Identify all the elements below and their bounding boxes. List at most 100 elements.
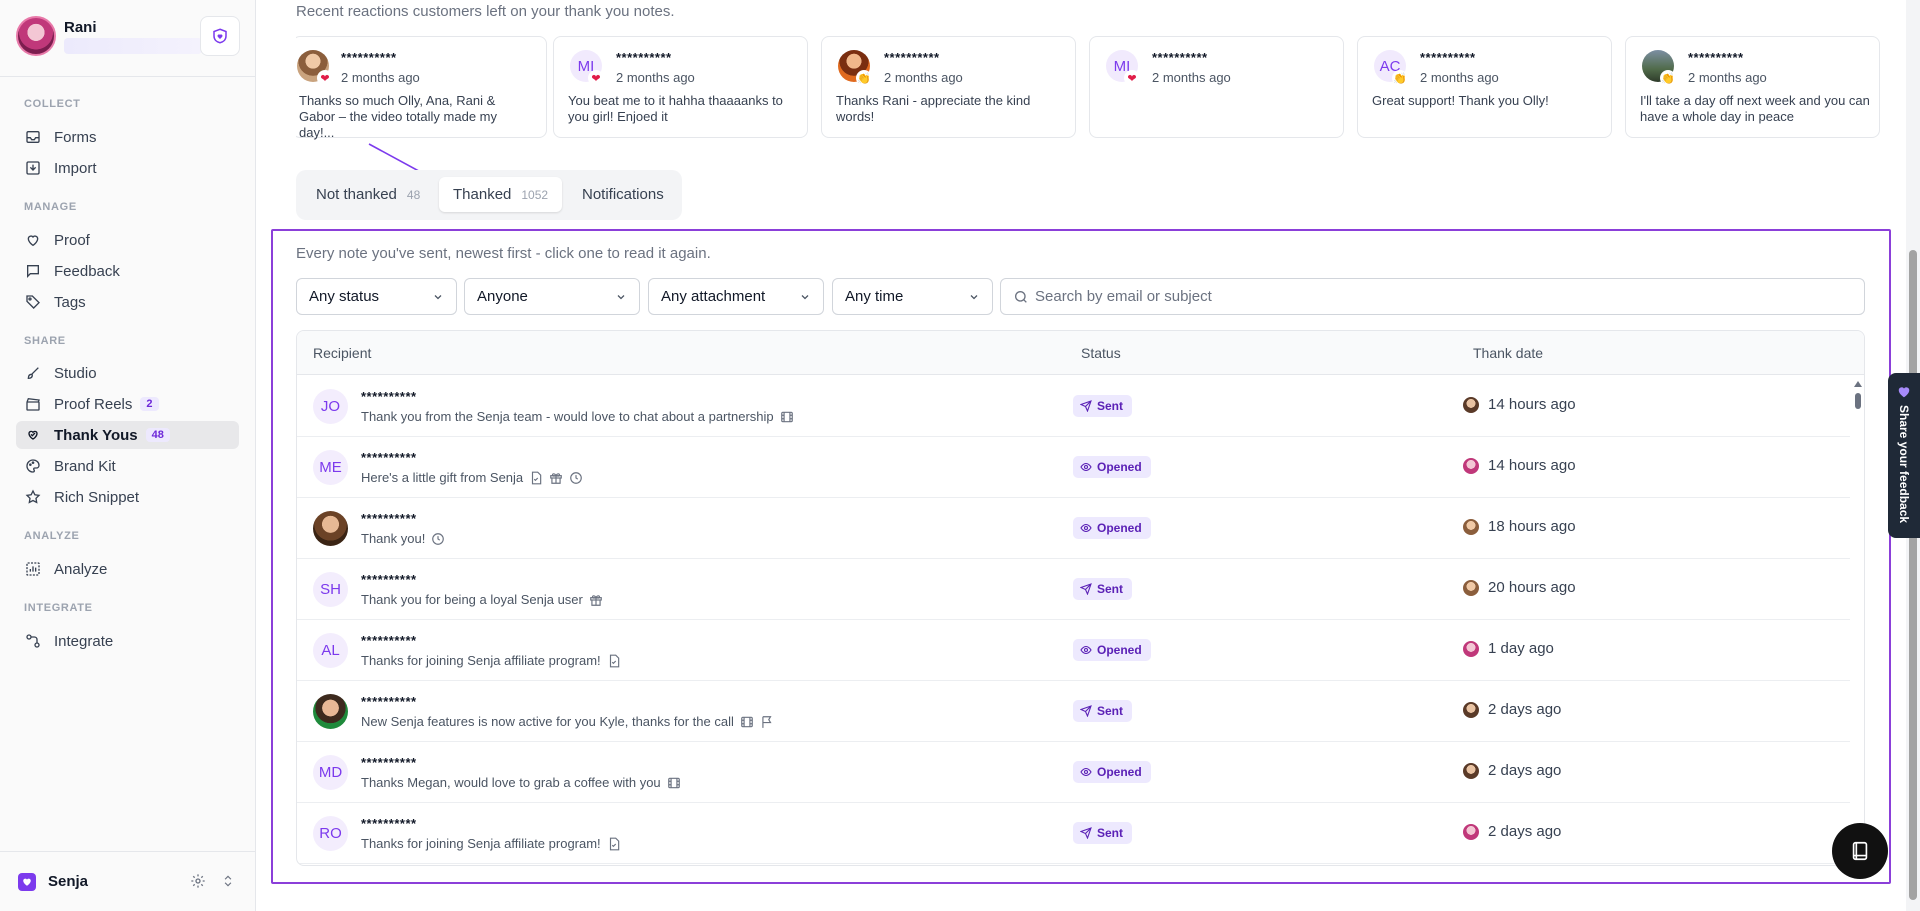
sidebar-item-import[interactable]: Import (16, 154, 239, 182)
hand-heart-icon (24, 426, 42, 444)
sidebar-item-rich-snippet[interactable]: Rich Snippet (16, 483, 239, 511)
status-badge: Opened (1073, 761, 1151, 783)
sidebar-item-label: Tags (54, 293, 86, 311)
sidebar-item-integrate[interactable]: Integrate (16, 627, 239, 655)
date-text: 14 hours ago (1488, 457, 1576, 474)
status-label: Sent (1097, 826, 1124, 840)
senja-logo-icon (18, 873, 36, 891)
sidebar-item-analyze[interactable]: Analyze (16, 555, 239, 583)
reaction-card[interactable]: ❤ ********** 2 months ago Thanks so much… (296, 36, 547, 140)
tab-notifications[interactable]: Notifications (568, 177, 678, 212)
help-chat-button[interactable] (1832, 823, 1888, 879)
thank-date: 18 hours ago (1463, 518, 1576, 535)
sidebar-item-thank-yous[interactable]: Thank Yous 48 (16, 421, 239, 449)
table-row[interactable]: ********** Thank you! Opened 18 hours ag… (297, 498, 1850, 559)
attachment-filter[interactable]: Any attachment (648, 278, 824, 315)
table-row[interactable]: SH ********** Thank you for being a loya… (297, 559, 1850, 620)
subject-text: Thanks for joining Senja affiliate progr… (361, 653, 601, 668)
date-text: 1 day ago (1488, 640, 1554, 657)
thank-date: 14 hours ago (1463, 396, 1576, 413)
table-row[interactable]: ********** New Senja features is now act… (297, 681, 1850, 742)
sidebar-item-proof[interactable]: Proof (16, 226, 239, 254)
section-integrate: INTEGRATE (24, 602, 93, 614)
reaction-card[interactable]: 👏 ********** 2 months ago I'll take a da… (1625, 36, 1880, 138)
reaction-text: Great support! Thank you Olly! (1372, 93, 1549, 108)
table-row[interactable]: MD ********** Thanks Megan, would love t… (297, 742, 1850, 803)
document-icon (607, 654, 621, 668)
clap-reaction-icon: 👏 (856, 70, 872, 86)
status-label: Sent (1097, 704, 1124, 718)
reaction-card[interactable]: MI ❤ ********** 2 months ago (1089, 36, 1344, 138)
thank-date: 1 day ago (1463, 640, 1554, 657)
user-switcher[interactable]: Rani (16, 16, 240, 56)
tab-count: 1052 (521, 187, 549, 202)
table-row[interactable]: RO ********** Thanks for joining Senja a… (297, 803, 1850, 864)
heart-shield-icon (213, 28, 227, 44)
sidebar-item-feedback[interactable]: Feedback (16, 257, 239, 285)
recipient-name: ********** (361, 633, 417, 648)
sidebar-item-forms[interactable]: Forms (16, 123, 239, 151)
filter-value: Any attachment (661, 288, 766, 305)
thank-date: 2 days ago (1463, 823, 1561, 840)
search-input[interactable] (1035, 279, 1855, 314)
sender-avatar (1463, 823, 1479, 840)
reaction-name: ********** (1420, 50, 1476, 65)
tab-not-thanked[interactable]: Not thanked 48 (302, 177, 434, 212)
sidebar-item-tags[interactable]: Tags (16, 288, 239, 316)
column-header-recipient[interactable]: Recipient (313, 345, 371, 361)
favorite-button[interactable] (200, 16, 240, 56)
column-header-status[interactable]: Status (1081, 345, 1121, 361)
sender-avatar (1463, 457, 1479, 474)
share-feedback-tab[interactable]: Share your feedback (1888, 373, 1920, 538)
sidebar: Rani COLLECT Forms Import MANAGE Proof F… (0, 0, 256, 911)
brush-icon (24, 364, 42, 382)
reaction-card[interactable]: MI ❤ ********** 2 months ago You beat me… (553, 36, 808, 138)
inbox-icon (24, 128, 42, 146)
sidebar-item-brand-kit[interactable]: Brand Kit (16, 452, 239, 480)
page-scrollbar-thumb[interactable] (1909, 250, 1917, 900)
thank-you-table: Recipient Status Thank date JO *********… (296, 330, 1865, 866)
note-subject: New Senja features is now active for you… (361, 714, 774, 729)
note-subject: Here's a little gift from Senja (361, 470, 583, 485)
status-badge: Sent (1073, 700, 1133, 722)
section-share: SHARE (24, 335, 66, 347)
recipient-name: ********** (361, 389, 417, 404)
note-subject: Thanks for joining Senja affiliate progr… (361, 836, 621, 851)
reaction-time: 2 months ago (1420, 70, 1499, 85)
chevron-up-down-icon[interactable] (221, 873, 235, 892)
sidebar-item-proof-reels[interactable]: Proof Reels 2 (16, 390, 239, 418)
date-text: 18 hours ago (1488, 518, 1576, 535)
table-row[interactable]: JO ********** Thank you from the Senja t… (297, 376, 1850, 437)
table-row[interactable]: ME ********** Here's a little gift from … (297, 437, 1850, 498)
sidebar-item-studio[interactable]: Studio (16, 359, 239, 387)
subject-text: Thanks for joining Senja affiliate progr… (361, 836, 601, 851)
reaction-card[interactable]: 👏 ********** 2 months ago Thanks Rani - … (821, 36, 1076, 138)
sender-avatar (1463, 640, 1479, 657)
status-label: Opened (1097, 460, 1142, 474)
person-filter[interactable]: Anyone (464, 278, 640, 315)
eye-icon (1080, 462, 1092, 472)
heart-reaction-icon: ❤ (317, 70, 333, 86)
table-row[interactable]: AL ********** Thanks for joining Senja a… (297, 620, 1850, 681)
tab-label: Notifications (582, 186, 664, 203)
column-header-date[interactable]: Thank date (1473, 345, 1543, 361)
document-icon (529, 471, 543, 485)
table-scrollbar[interactable] (1853, 379, 1863, 859)
eye-icon (1080, 523, 1092, 533)
feedback-label: Share your feedback (1897, 405, 1911, 524)
status-filter[interactable]: Any status (296, 278, 457, 315)
time-filter[interactable]: Any time (832, 278, 993, 315)
tab-count: 48 (406, 187, 421, 202)
filter-value: Any status (309, 288, 380, 305)
table-header: Recipient Status Thank date (297, 331, 1864, 375)
workspace-switcher[interactable]: Senja (0, 851, 256, 911)
heart-icon (24, 231, 42, 249)
reaction-text: Thanks so much Olly, Ana, Rani & Gabor –… (299, 93, 497, 140)
sidebar-item-label: Brand Kit (54, 457, 116, 475)
gear-icon[interactable] (190, 873, 206, 892)
reaction-card[interactable]: AC 👏 ********** 2 months ago Great suppo… (1357, 36, 1612, 138)
note-subject: Thanks for joining Senja affiliate progr… (361, 653, 621, 668)
tab-thanked[interactable]: Thanked 1052 (439, 177, 563, 212)
heart-icon (1898, 387, 1910, 398)
reaction-name: ********** (1152, 50, 1208, 65)
